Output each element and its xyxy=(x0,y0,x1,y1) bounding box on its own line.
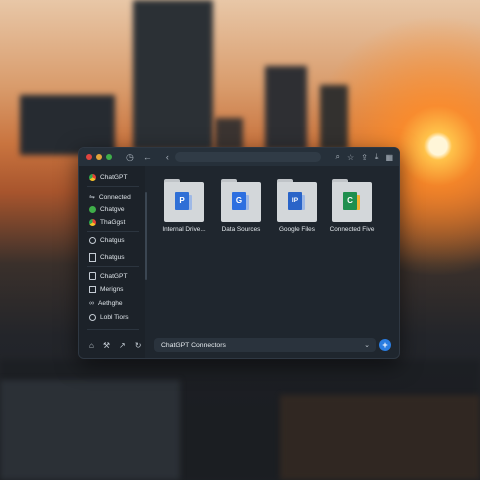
sidebar-scrollbar[interactable] xyxy=(145,192,147,280)
refresh-icon[interactable]: ↻ xyxy=(135,341,142,350)
back-arrow-icon[interactable]: ← xyxy=(143,148,152,166)
sidebar-item-connected[interactable]: ⇋ Connected xyxy=(89,193,131,202)
share-icon[interactable]: ⇪ xyxy=(361,153,368,162)
folder-internal-drive[interactable]: P xyxy=(164,179,204,222)
link-icon: ∞ xyxy=(89,300,94,307)
sidebar-item-aethghe[interactable]: ∞ Aethghe xyxy=(89,300,123,307)
divider xyxy=(87,186,139,187)
folder-label: Data Sources xyxy=(221,226,261,233)
circle-check-icon xyxy=(89,314,96,321)
chrome-icon xyxy=(89,219,96,226)
sidebar-item-chatgve[interactable]: Chatgve xyxy=(89,206,125,213)
address-bar[interactable] xyxy=(175,152,321,162)
connector-select-label: ChatGPT Connectors xyxy=(161,341,226,349)
title-bar: ◷ ← ‹ ⌕ ☆ ⇪ ⤓ ▦ xyxy=(79,148,399,166)
folder-badge: C xyxy=(343,192,357,210)
sidebar-item-chatgus-2[interactable]: Chatgus xyxy=(89,253,125,262)
divider xyxy=(87,329,139,330)
divider xyxy=(87,266,139,267)
sidebar-item-thaggst[interactable]: ThaGgst xyxy=(89,219,125,226)
sidebar: ChatGPT ⇋ Connected Chatgve ThaGgst Chat… xyxy=(79,166,145,358)
image-icon xyxy=(89,286,96,293)
grid-icon[interactable]: ▦ xyxy=(385,153,393,162)
maximize-window-button[interactable] xyxy=(106,154,112,160)
check-circle-icon xyxy=(89,206,96,213)
connector-select[interactable]: ChatGPT Connectors ⌄ xyxy=(154,338,376,352)
folder-connected-five[interactable]: C xyxy=(332,179,372,222)
chrome-icon xyxy=(89,174,96,181)
sidebar-item-chatgpt-2[interactable]: ChatGPT xyxy=(89,272,127,280)
search-icon[interactable]: ⌕ xyxy=(336,152,340,162)
copy-icon xyxy=(89,272,96,280)
folder-label: Internal Drive... xyxy=(162,226,206,233)
add-button[interactable]: + xyxy=(379,339,391,351)
chevron-left-icon[interactable]: ‹ xyxy=(166,148,169,166)
close-window-button[interactable] xyxy=(86,154,92,160)
app-window: ◷ ← ‹ ⌕ ☆ ⇪ ⤓ ▦ ChatGPT ⇋ Connected Chat… xyxy=(78,147,400,359)
folder-badge: G xyxy=(232,192,246,210)
document-icon xyxy=(89,253,96,262)
connect-icon: ⇋ xyxy=(89,194,95,201)
folder-data-sources[interactable]: G xyxy=(221,179,261,222)
chat-bubble-icon xyxy=(89,237,96,244)
pin-icon[interactable]: ↗ xyxy=(119,341,126,350)
folder-label: Google Files xyxy=(279,226,315,233)
download-icon[interactable]: ⤓ xyxy=(375,152,379,162)
sidebar-item-chatgus[interactable]: Chatgus xyxy=(89,237,125,244)
tools-icon[interactable]: ⚒ xyxy=(103,341,110,350)
main-content: P G IP C Internal Drive... Data Sources … xyxy=(149,166,399,358)
divider xyxy=(87,231,139,232)
sidebar-item-chatgpt[interactable]: ChatGPT xyxy=(89,174,127,181)
folder-badge: P xyxy=(175,192,189,210)
folder-label: Connected Five xyxy=(329,226,375,233)
sidebar-item-merigns[interactable]: Merigns xyxy=(89,286,123,293)
minimize-window-button[interactable] xyxy=(96,154,102,160)
home-icon[interactable]: ⌂ xyxy=(89,341,94,350)
sidebar-item-lobl-tiors[interactable]: Lobl Tiors xyxy=(89,314,129,321)
star-icon[interactable]: ☆ xyxy=(347,153,354,162)
history-icon[interactable]: ◷ xyxy=(126,148,134,166)
chevron-down-icon: ⌄ xyxy=(364,342,370,349)
folder-google-files[interactable]: IP xyxy=(277,179,317,222)
folder-badge: IP xyxy=(288,192,302,210)
